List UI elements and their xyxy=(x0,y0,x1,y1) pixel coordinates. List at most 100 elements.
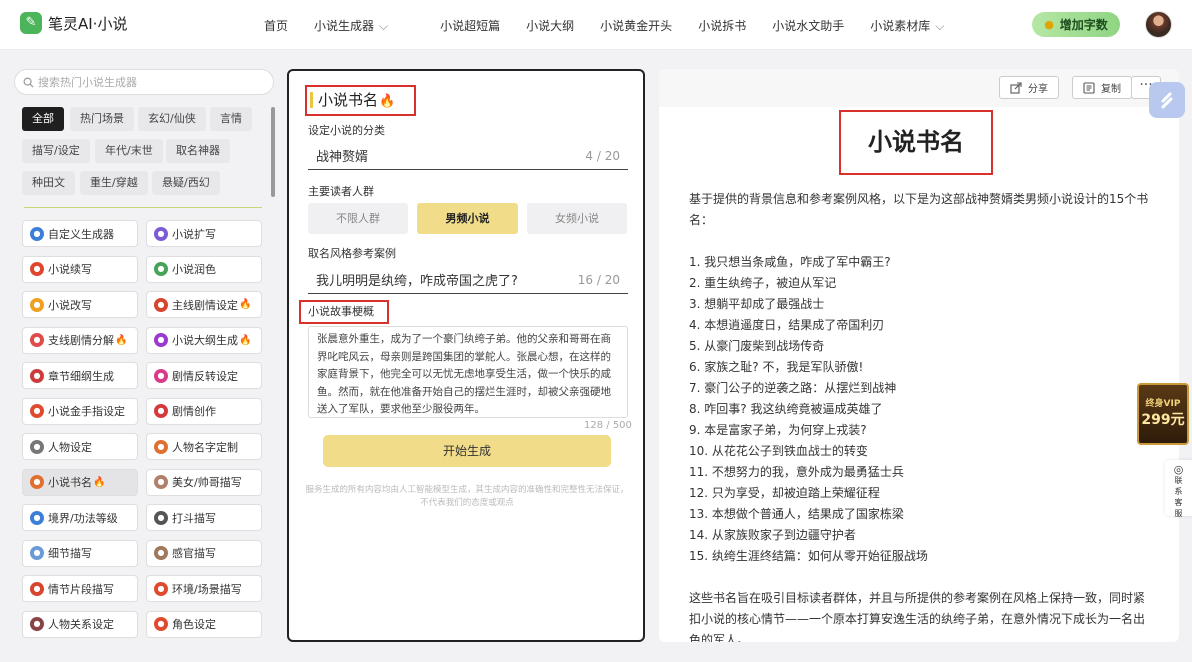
tag-era[interactable]: 年代/末世 xyxy=(95,139,163,163)
result-panel: 分享 复制 ··· 小说书名 基于提供的背景信息和参考案例风格，以下是为这部战神… xyxy=(659,69,1179,642)
tool-item[interactable]: ● 小说润色 xyxy=(146,255,262,283)
nav-material-library[interactable]: 小说素材库 ⌵ xyxy=(870,17,970,34)
tool-item[interactable]: ● 情节片段描写 xyxy=(22,575,138,602)
share-button[interactable]: 分享 xyxy=(999,76,1059,99)
reference-field[interactable]: 我儿明明是纨绔，咋成帝国之虎了? 16 / 20 xyxy=(308,266,628,294)
tool-item[interactable]: ● 小说续写 xyxy=(22,255,138,283)
tool-icon: ● xyxy=(30,510,44,525)
tool-item[interactable]: ● 细节描写 xyxy=(22,539,138,567)
tool-label: 感官描写 xyxy=(172,547,216,560)
tool-label: 环境/场景描写 xyxy=(172,582,242,596)
tool-label: 角色设定 xyxy=(172,618,216,631)
tool-label: 小说润色 xyxy=(172,263,216,276)
tag-farming[interactable]: 种田文 xyxy=(22,171,75,195)
category-field[interactable]: 战神赘婿 4 / 20 xyxy=(308,142,628,170)
audience-any-button[interactable]: 不限人群 xyxy=(308,203,408,234)
tool-label: 自定义生成器 xyxy=(48,227,114,241)
tool-item[interactable]: ● 小说书名 🔥 xyxy=(22,468,138,496)
nav-home[interactable]: 首页 xyxy=(264,17,288,34)
tool-item[interactable]: ● 角色设定 xyxy=(146,610,262,638)
tool-item[interactable]: ● 小说改写 xyxy=(22,291,138,318)
result-item: 10. 从花花公子到铁血战士的转变 xyxy=(689,444,868,458)
tool-item[interactable]: ● 打斗描写 xyxy=(146,504,262,531)
tool-item[interactable]: ● 美女/帅哥描写 xyxy=(146,468,262,496)
tag-all[interactable]: 全部 xyxy=(22,107,64,131)
sidebar-scrollbar[interactable] xyxy=(271,107,275,197)
tool-label: 小说改写 xyxy=(48,298,92,312)
divider xyxy=(24,207,262,208)
tag-fantasy[interactable]: 玄幻/仙侠 xyxy=(138,107,206,131)
assistant-float-button[interactable] xyxy=(1149,82,1185,118)
contact-support-button[interactable]: ◎ 联系客服 xyxy=(1165,460,1192,518)
story-textarea[interactable]: 张晨意外重生，成为了一个豪门纨绔子弟。他的父亲和哥哥在商界叱咤风云，母亲则是跨国… xyxy=(308,326,628,418)
main-nav: 首页 小说生成器 ⌵ 小说超短篇 小说大纲 小说黄金开头 小说拆书 小说水文助手 … xyxy=(264,17,996,34)
result-item: 15. 纨绔生涯终结篇：如何从零开始征服战场 xyxy=(689,549,928,563)
fire-icon: 🔥 xyxy=(379,94,396,109)
tag-description[interactable]: 描写/设定 xyxy=(22,139,90,163)
tool-item[interactable]: ● 自定义生成器 xyxy=(22,220,138,247)
tool-item[interactable]: ● 小说大纲生成 🔥 xyxy=(146,326,262,354)
result-item: 2. 重生纨绔子，被迫从军记 xyxy=(689,276,837,290)
generate-button[interactable]: 开始生成 xyxy=(323,435,611,467)
logo[interactable]: ✎ 笔灵AI·小说 xyxy=(20,12,127,34)
result-item: 14. 从家族败家子到边疆守护者 xyxy=(689,528,856,542)
tool-item[interactable]: ● 章节细纲生成 xyxy=(22,362,138,389)
tag-mystery[interactable]: 悬疑/西幻 xyxy=(152,171,220,195)
tool-item[interactable]: ● 小说扩写 xyxy=(146,220,262,247)
tool-icon: ● xyxy=(30,368,44,383)
user-avatar[interactable] xyxy=(1145,11,1172,38)
tool-icon: ● xyxy=(154,510,168,525)
tool-item[interactable]: ● 支线剧情分解 🔥 xyxy=(22,326,138,354)
copy-button[interactable]: 复制 xyxy=(1072,76,1132,99)
result-outro: 这些书名旨在吸引目标读者群体，并且与所提供的参考案例在风格上保持一致，同时紧扣小… xyxy=(689,591,1146,642)
result-item: 13. 本想做个普通人，结果成了国家栋梁 xyxy=(689,507,904,521)
tool-icon: ● xyxy=(30,439,44,454)
tool-icon: ● xyxy=(154,439,168,454)
tool-item[interactable]: ● 主线剧情设定 🔥 xyxy=(146,291,262,318)
nav-filler-assistant[interactable]: 小说水文助手 xyxy=(772,17,844,34)
tool-item[interactable]: ● 小说金手指设定 xyxy=(22,397,138,425)
result-item: 6. 家族之耻? 不，我是军队骄傲! xyxy=(689,360,864,374)
top-header: ✎ 笔灵AI·小说 首页 小说生成器 ⌵ 小说超短篇 小说大纲 小说黄金开头 小说… xyxy=(0,0,1192,50)
result-item: 9. 本是富家子弟，为何穿上戎装? xyxy=(689,423,867,437)
tool-icon: ● xyxy=(30,475,44,489)
result-intro: 基于提供的背景信息和参考案例风格，以下是为这部战神赘婿类男频小说设计的15个书名… xyxy=(689,192,1149,227)
tag-naming[interactable]: 取名神器 xyxy=(166,139,230,163)
audience-male-button[interactable]: 男频小说 xyxy=(417,203,518,234)
tool-label: 情节片段描写 xyxy=(48,582,114,596)
nav-outline[interactable]: 小说大纲 xyxy=(526,17,574,34)
search-input[interactable]: 搜索热门小说生成器 xyxy=(14,69,274,95)
search-placeholder: 搜索热门小说生成器 xyxy=(38,76,137,89)
tool-item[interactable]: ● 人物名字定制 xyxy=(146,433,262,460)
add-words-button[interactable]: ● 增加字数 xyxy=(1032,12,1120,37)
vip-promo-badge[interactable]: 终身VIP 299元 xyxy=(1137,383,1189,445)
tool-label: 人物名字定制 xyxy=(172,440,238,454)
tool-icon: ● xyxy=(154,475,168,489)
tag-rebirth[interactable]: 重生/穿越 xyxy=(80,171,148,195)
tag-hot-scenes[interactable]: 热门场景 xyxy=(70,107,134,131)
result-toolbar: 分享 复制 ··· xyxy=(659,69,1179,107)
tool-label: 小说金手指设定 xyxy=(48,405,125,418)
tool-icon: ● xyxy=(30,262,44,276)
tool-item[interactable]: ● 人物关系设定 xyxy=(22,610,138,638)
nav-novel-generator[interactable]: 小说生成器 ⌵ xyxy=(314,17,414,34)
result-title: 小说书名 xyxy=(839,110,993,175)
tool-label: 支线剧情分解 xyxy=(48,334,114,347)
chevron-down-icon: ⌵ xyxy=(379,19,389,33)
nav-book-breakdown[interactable]: 小说拆书 xyxy=(698,17,746,34)
tool-item[interactable]: ● 感官描写 xyxy=(146,539,262,567)
audience-female-button[interactable]: 女频小说 xyxy=(527,203,627,234)
tool-icon: ● xyxy=(154,404,168,418)
result-item: 7. 豪门公子的逆袭之路：从摆烂到战神 xyxy=(689,381,897,395)
tool-item[interactable]: ● 剧情反转设定 xyxy=(146,362,262,389)
copy-icon xyxy=(1083,81,1095,94)
tool-item[interactable]: ● 剧情创作 xyxy=(146,397,262,425)
result-item: 5. 从豪门废柴到战场传奇 xyxy=(689,339,825,353)
tool-label: 章节细纲生成 xyxy=(48,369,114,383)
nav-short-story[interactable]: 小说超短篇 xyxy=(440,17,500,34)
tool-item[interactable]: ● 环境/场景描写 xyxy=(146,575,262,602)
nav-golden-opening[interactable]: 小说黄金开头 xyxy=(600,17,672,34)
tool-item[interactable]: ● 人物设定 xyxy=(22,433,138,460)
tag-romance[interactable]: 言情 xyxy=(210,107,252,131)
tool-item[interactable]: ● 境界/功法等级 xyxy=(22,504,138,531)
